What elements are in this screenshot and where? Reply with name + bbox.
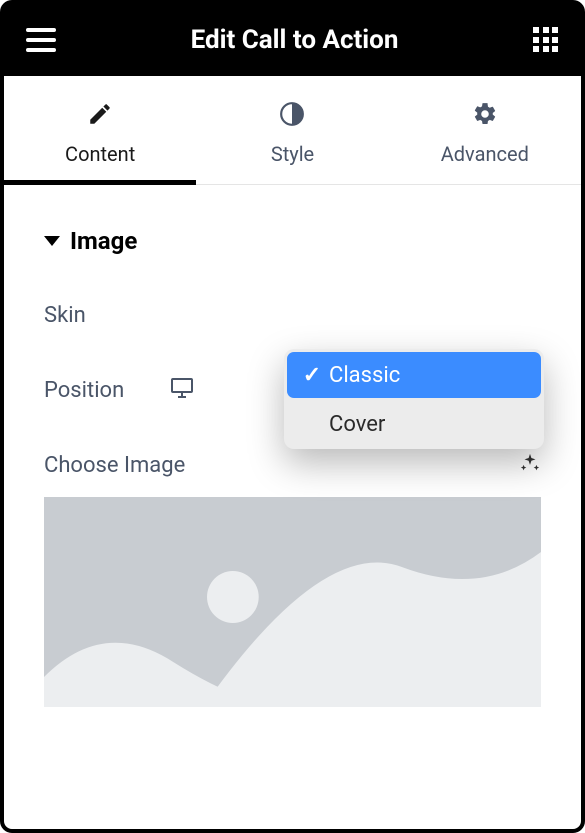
tab-content-label: Content	[65, 142, 135, 166]
skin-option-cover[interactable]: ✓ Cover	[284, 401, 544, 447]
section-image-header[interactable]: Image	[44, 227, 541, 255]
tabs: Content Style Advanced	[4, 76, 581, 185]
page-title: Edit Call to Action	[191, 25, 399, 55]
sparkle-icon[interactable]	[519, 452, 541, 479]
menu-icon[interactable]	[26, 28, 56, 52]
tab-advanced[interactable]: Advanced	[389, 76, 581, 184]
section-title: Image	[70, 227, 137, 255]
pencil-icon	[87, 100, 113, 128]
skin-dropdown: ✓ Classic ✓ Cover	[284, 349, 544, 449]
skin-option-cover-label: Cover	[329, 412, 385, 437]
tab-style-label: Style	[271, 142, 314, 166]
image-placeholder[interactable]	[44, 497, 541, 707]
tab-style[interactable]: Style	[196, 76, 388, 184]
desktop-icon[interactable]	[170, 377, 194, 403]
contrast-icon	[279, 100, 305, 128]
gear-icon	[472, 100, 498, 128]
tab-advanced-label: Advanced	[441, 142, 529, 166]
skin-option-classic[interactable]: ✓ Classic	[287, 352, 541, 398]
apps-icon[interactable]	[533, 27, 559, 53]
check-icon: ✓	[301, 363, 323, 388]
choose-image-label: Choose Image	[44, 453, 185, 478]
position-label: Position	[44, 378, 164, 403]
skin-option-classic-label: Classic	[329, 363, 400, 388]
skin-label: Skin	[44, 303, 164, 328]
tab-content[interactable]: Content	[4, 76, 196, 184]
caret-down-icon	[44, 236, 60, 246]
